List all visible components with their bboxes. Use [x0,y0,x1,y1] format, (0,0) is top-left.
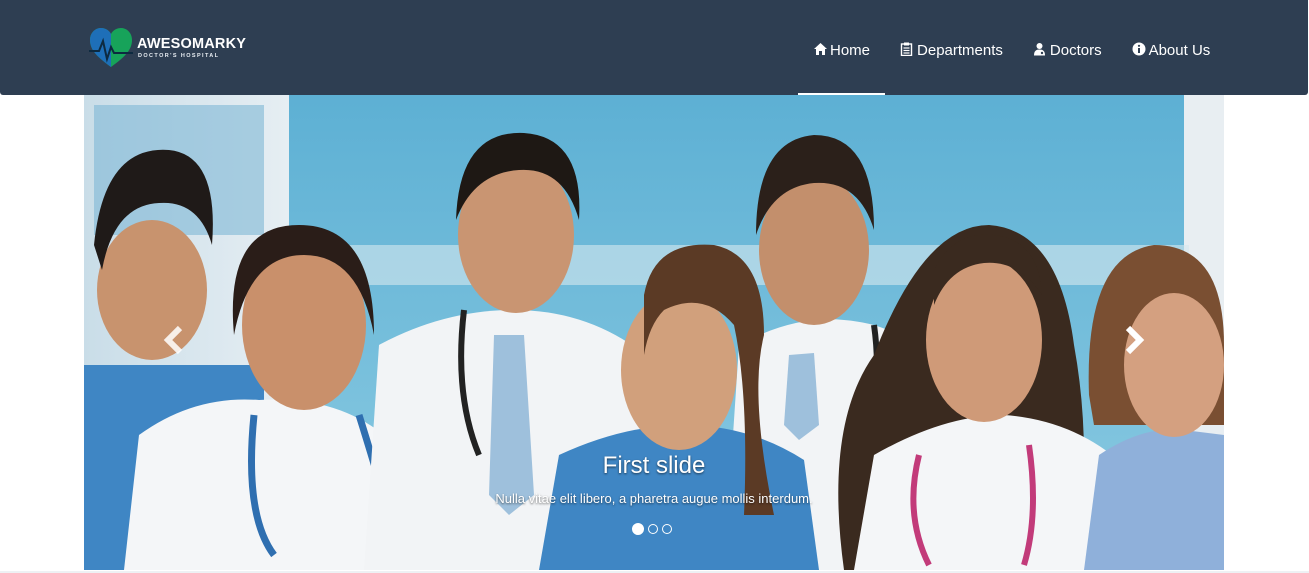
navbar: AWESOMARKY DOCTOR'S HOSPITAL Home Depart… [0,0,1308,95]
slide-title: First slide [602,452,706,479]
brand-name: AWESOMARKY [137,35,247,52]
slide-text: Nulla vitae elit libero, a pharetra augu… [495,491,813,506]
clipboard-icon [900,42,914,56]
nav-item-about[interactable]: About Us [1117,0,1226,95]
carousel-indicators [632,523,672,535]
heart-pulse-icon [89,28,133,67]
home-icon [813,42,827,56]
chevron-left-icon [163,325,183,355]
nav-label-departments: Departments [917,42,1003,59]
carousel-indicator-2[interactable] [648,524,658,534]
nav-item-home[interactable]: Home [798,0,886,95]
carousel-indicator-3[interactable] [662,524,672,534]
info-circle-icon [1132,42,1146,56]
carousel-prev-control[interactable] [154,320,194,360]
main-nav: Home Departments Doctors About Us [798,0,1225,95]
hero-carousel: First slide Nulla vitae elit libero, a p… [84,95,1224,570]
carousel-indicator-1[interactable] [632,523,644,535]
carousel-caption: First slide Nulla vitae elit libero, a p… [84,451,1224,507]
nav-item-doctors[interactable]: Doctors [1018,0,1117,95]
brand-tagline: DOCTOR'S HOSPITAL [138,53,220,59]
nav-label-home: Home [830,42,871,59]
chevron-right-icon [1125,325,1145,355]
nav-label-about: About Us [1148,42,1211,59]
brand-logo-link[interactable]: AWESOMARKY DOCTOR'S HOSPITAL [89,27,246,69]
nav-label-doctors: Doctors [1049,42,1102,59]
user-md-icon [1033,42,1047,56]
carousel-next-control[interactable] [1114,320,1154,360]
nav-item-departments[interactable]: Departments [885,0,1018,95]
